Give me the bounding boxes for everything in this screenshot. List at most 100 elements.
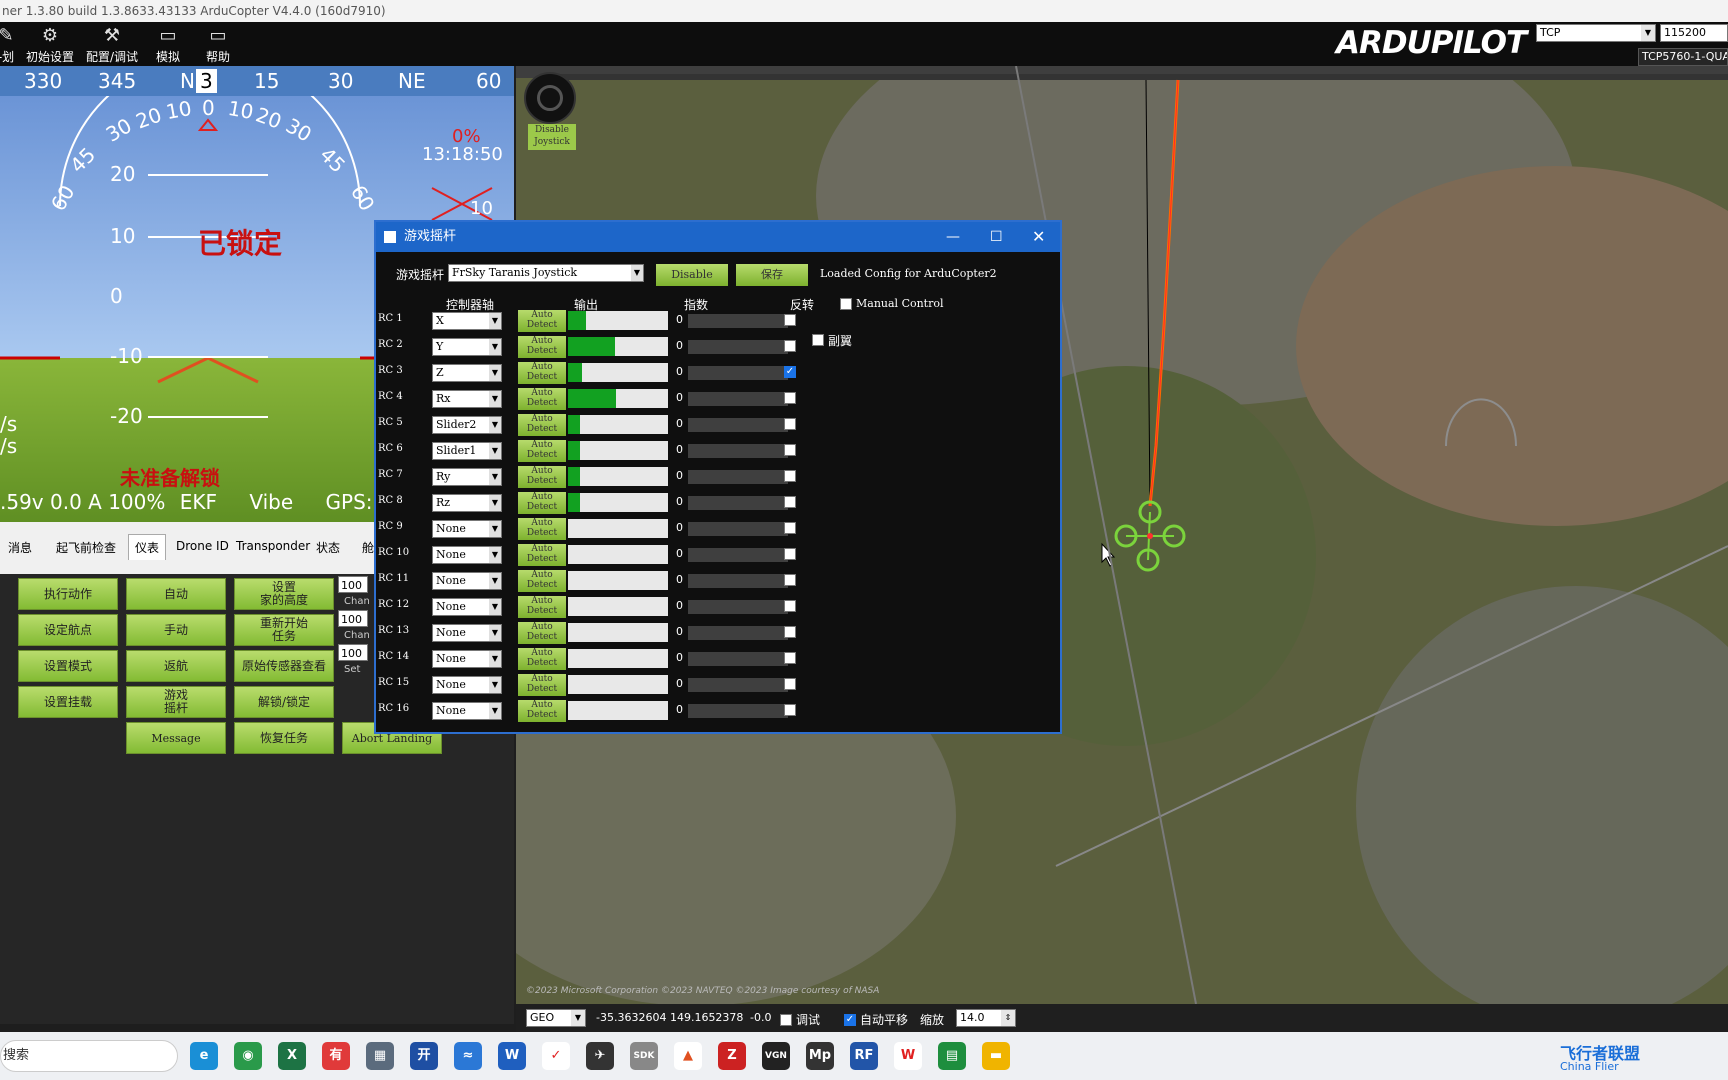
- expo-slider[interactable]: [688, 314, 788, 328]
- sdk-tool-icon[interactable]: SDK: [630, 1042, 658, 1070]
- axis-select[interactable]: None ▼: [432, 702, 502, 720]
- folder-icon[interactable]: ▬: [982, 1042, 1010, 1070]
- tab-gauges[interactable]: 仪表: [128, 534, 167, 560]
- axis-select[interactable]: Slider2 ▼: [432, 416, 502, 434]
- channel-number-input[interactable]: 100: [338, 576, 368, 593]
- axis-select[interactable]: Y ▼: [432, 338, 502, 356]
- axis-select[interactable]: None ▼: [432, 572, 502, 590]
- globe-icon[interactable]: ◉: [234, 1042, 262, 1070]
- reverse-checkbox[interactable]: [784, 470, 796, 482]
- reverse-checkbox[interactable]: [784, 652, 796, 664]
- photos-icon[interactable]: ≈: [454, 1042, 482, 1070]
- tab-messages[interactable]: 消息: [8, 539, 32, 556]
- autopan-checkbox[interactable]: ✓: [844, 1014, 856, 1026]
- vibe-status[interactable]: Vibe: [249, 490, 293, 514]
- maximize-icon[interactable]: ☐: [990, 222, 1003, 252]
- axis-select[interactable]: None ▼: [432, 624, 502, 642]
- auto-detect-button[interactable]: Auto Detect: [518, 570, 566, 592]
- sdk-icon[interactable]: ✈: [586, 1042, 614, 1070]
- reverse-checkbox[interactable]: [784, 548, 796, 560]
- aileron-checkbox[interactable]: [812, 334, 824, 346]
- zoom-input[interactable]: 14.0 ⇕: [956, 1009, 1016, 1027]
- expo-slider[interactable]: [688, 340, 788, 354]
- auto-detect-button[interactable]: Auto Detect: [518, 492, 566, 514]
- expo-slider[interactable]: [688, 470, 788, 484]
- axis-select[interactable]: Z ▼: [432, 364, 502, 382]
- expo-slider[interactable]: [688, 704, 788, 718]
- axis-select[interactable]: X ▼: [432, 312, 502, 330]
- auto-detect-button[interactable]: Auto Detect: [518, 648, 566, 670]
- close-icon[interactable]: ✕: [1032, 222, 1045, 252]
- reverse-checkbox[interactable]: [784, 314, 796, 326]
- axis-select[interactable]: None ▼: [432, 546, 502, 564]
- ekf-status[interactable]: EKF: [180, 490, 217, 514]
- disable-button[interactable]: Disable: [656, 264, 728, 286]
- axis-select[interactable]: Slider1 ▼: [432, 442, 502, 460]
- save-button[interactable]: 保存: [736, 264, 808, 286]
- set-mode-button[interactable]: 设置模式: [18, 650, 118, 682]
- auto-detect-button[interactable]: Auto Detect: [518, 414, 566, 436]
- reverse-checkbox[interactable]: [784, 418, 796, 430]
- auto-detect-button[interactable]: Auto Detect: [518, 544, 566, 566]
- expo-slider[interactable]: [688, 522, 788, 536]
- taskbar-search[interactable]: 搜索: [0, 1040, 178, 1072]
- expo-slider[interactable]: [688, 600, 788, 614]
- game-icon[interactable]: Z: [718, 1042, 746, 1070]
- rf-icon[interactable]: RF: [850, 1042, 878, 1070]
- tab-drone-id[interactable]: Drone ID: [176, 539, 229, 553]
- cad-icon[interactable]: 开: [410, 1042, 438, 1070]
- menu-simulation[interactable]: ▭ 模拟: [140, 24, 196, 64]
- joystick-button[interactable]: 游戏 摇杆: [126, 686, 226, 718]
- expo-slider[interactable]: [688, 444, 788, 458]
- arrow-icon[interactable]: ▲: [674, 1042, 702, 1070]
- coord-mode-select[interactable]: GEO ▼: [526, 1009, 586, 1027]
- menu-initial-setup[interactable]: ⚙ 初始设置: [22, 24, 78, 64]
- axis-select[interactable]: Rx ▼: [432, 390, 502, 408]
- resume-mission-button[interactable]: 恢复任务: [234, 722, 334, 754]
- channel-number-input[interactable]: 100: [338, 644, 368, 661]
- set-home-alt-button[interactable]: 设置 家的高度: [234, 578, 334, 610]
- auto-detect-button[interactable]: Auto Detect: [518, 388, 566, 410]
- reverse-checkbox[interactable]: [784, 600, 796, 612]
- expo-slider[interactable]: [688, 574, 788, 588]
- gps-status[interactable]: GPS:: [326, 490, 373, 514]
- vgn-icon[interactable]: VGN: [762, 1042, 790, 1070]
- word-icon[interactable]: W: [498, 1042, 526, 1070]
- manual-control-checkbox[interactable]: [840, 298, 852, 310]
- joystick-device-select[interactable]: FrSky Taranis Joystick ▼: [448, 264, 644, 282]
- reverse-checkbox[interactable]: [784, 704, 796, 716]
- calculator-icon[interactable]: ▦: [366, 1042, 394, 1070]
- expo-slider[interactable]: [688, 496, 788, 510]
- tab-status[interactable]: 状态: [316, 539, 340, 556]
- auto-detect-button[interactable]: Auto Detect: [518, 518, 566, 540]
- axis-select[interactable]: None ▼: [432, 676, 502, 694]
- axis-select[interactable]: None ▼: [432, 520, 502, 538]
- axis-select[interactable]: Ry ▼: [432, 468, 502, 486]
- axis-select[interactable]: None ▼: [432, 650, 502, 668]
- reverse-checkbox[interactable]: [784, 574, 796, 586]
- rtl-button[interactable]: 返航: [126, 650, 226, 682]
- set-mount-button[interactable]: 设置挂载: [18, 686, 118, 718]
- auto-detect-button[interactable]: Auto Detect: [518, 596, 566, 618]
- youdao-icon[interactable]: 有: [322, 1042, 350, 1070]
- vpn-icon[interactable]: ✓: [542, 1042, 570, 1070]
- auto-detect-button[interactable]: Auto Detect: [518, 700, 566, 722]
- arm-disarm-button[interactable]: 解锁/锁定: [234, 686, 334, 718]
- minimize-icon[interactable]: —: [946, 222, 960, 252]
- mp-icon[interactable]: Mp: [806, 1042, 834, 1070]
- raw-sensor-view-button[interactable]: 原始传感器查看: [234, 650, 334, 682]
- expo-slider[interactable]: [688, 678, 788, 692]
- debug-checkbox[interactable]: [780, 1014, 792, 1026]
- reverse-checkbox[interactable]: [784, 522, 796, 534]
- auto-detect-button[interactable]: Auto Detect: [518, 674, 566, 696]
- expo-slider[interactable]: [688, 366, 788, 380]
- edge-icon[interactable]: e: [190, 1042, 218, 1070]
- auto-button[interactable]: 自动: [126, 578, 226, 610]
- auto-detect-button[interactable]: Auto Detect: [518, 336, 566, 358]
- auto-detect-button[interactable]: Auto Detect: [518, 362, 566, 384]
- expo-slider[interactable]: [688, 392, 788, 406]
- expo-slider[interactable]: [688, 652, 788, 666]
- tab-preflight[interactable]: 起飞前检查: [56, 539, 116, 556]
- wps-icon[interactable]: W: [894, 1042, 922, 1070]
- excel-icon[interactable]: X: [278, 1042, 306, 1070]
